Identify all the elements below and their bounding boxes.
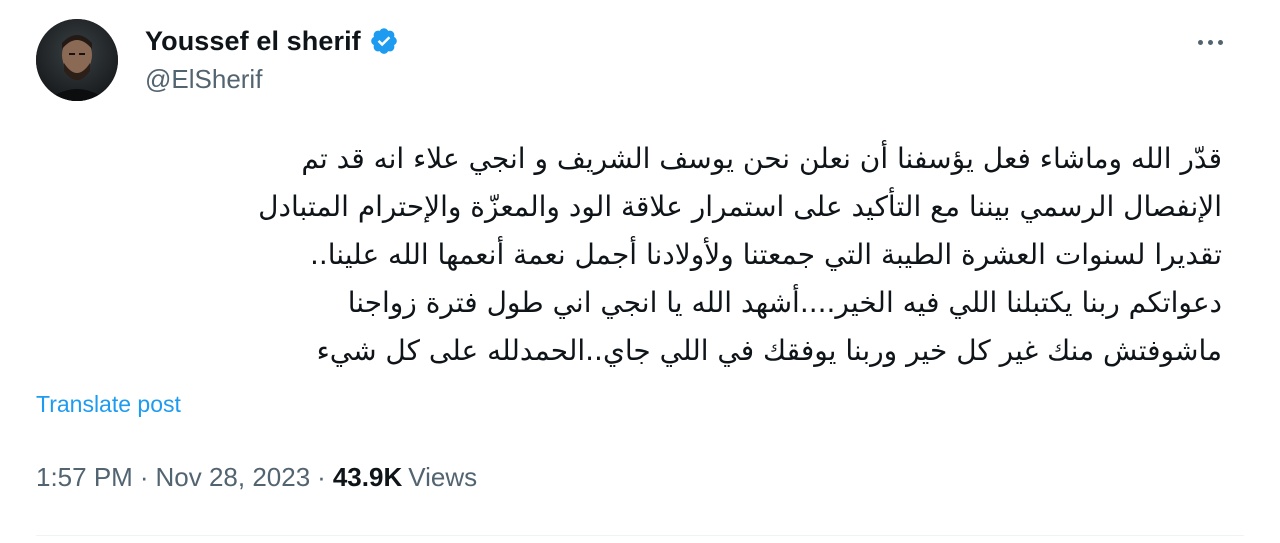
divider [36, 535, 1244, 536]
more-options-button[interactable] [1190, 30, 1230, 54]
tweet-meta: 1:57 PM · Nov 28, 2023 · 43.9K Views [36, 462, 477, 493]
tweet-text: قدّر الله وماشاء فعل يؤسفنا أن نعلن نحن … [36, 135, 1222, 375]
author-display-name[interactable]: Youssef el sherif [145, 26, 361, 57]
tweet-text-line: الإنفصال الرسمي بيننا مع التأكيد على است… [258, 190, 1222, 223]
more-dot [1207, 39, 1213, 45]
translate-post-link[interactable]: Translate post [36, 391, 181, 418]
tweet-text-line: قدّر الله وماشاء فعل يؤسفنا أن نعلن نحن … [301, 142, 1222, 175]
author-name-row: Youssef el sherif [145, 22, 399, 60]
more-horizontal-icon [1197, 39, 1203, 45]
tweet-text-line: دعواتكم ربنا يكتبلنا اللي فيه الخير....أ… [347, 286, 1222, 319]
views-label: Views [408, 462, 478, 492]
tweet-time[interactable]: 1:57 PM [36, 462, 133, 493]
verified-badge-icon [369, 26, 399, 56]
avatar-image [36, 19, 118, 101]
meta-separator: · [139, 462, 149, 492]
more-dot [1217, 39, 1223, 45]
avatar[interactable] [36, 19, 118, 101]
tweet-date[interactable]: Nov 28, 2023 [156, 462, 311, 493]
author-handle[interactable]: @ElSherif [145, 64, 262, 95]
views-count[interactable]: 43.9K [333, 462, 402, 493]
tweet-text-line: تقديرا لسنوات العشرة الطيبة التي جمعتنا … [309, 238, 1222, 271]
meta-separator: · [317, 462, 326, 492]
tweet-card: Youssef el sherif @ElSherif قدّر الله وم… [0, 0, 1280, 543]
tweet-text-line: ماشوفتش منك غير كل خير وربنا يوفقك في ال… [316, 334, 1222, 367]
